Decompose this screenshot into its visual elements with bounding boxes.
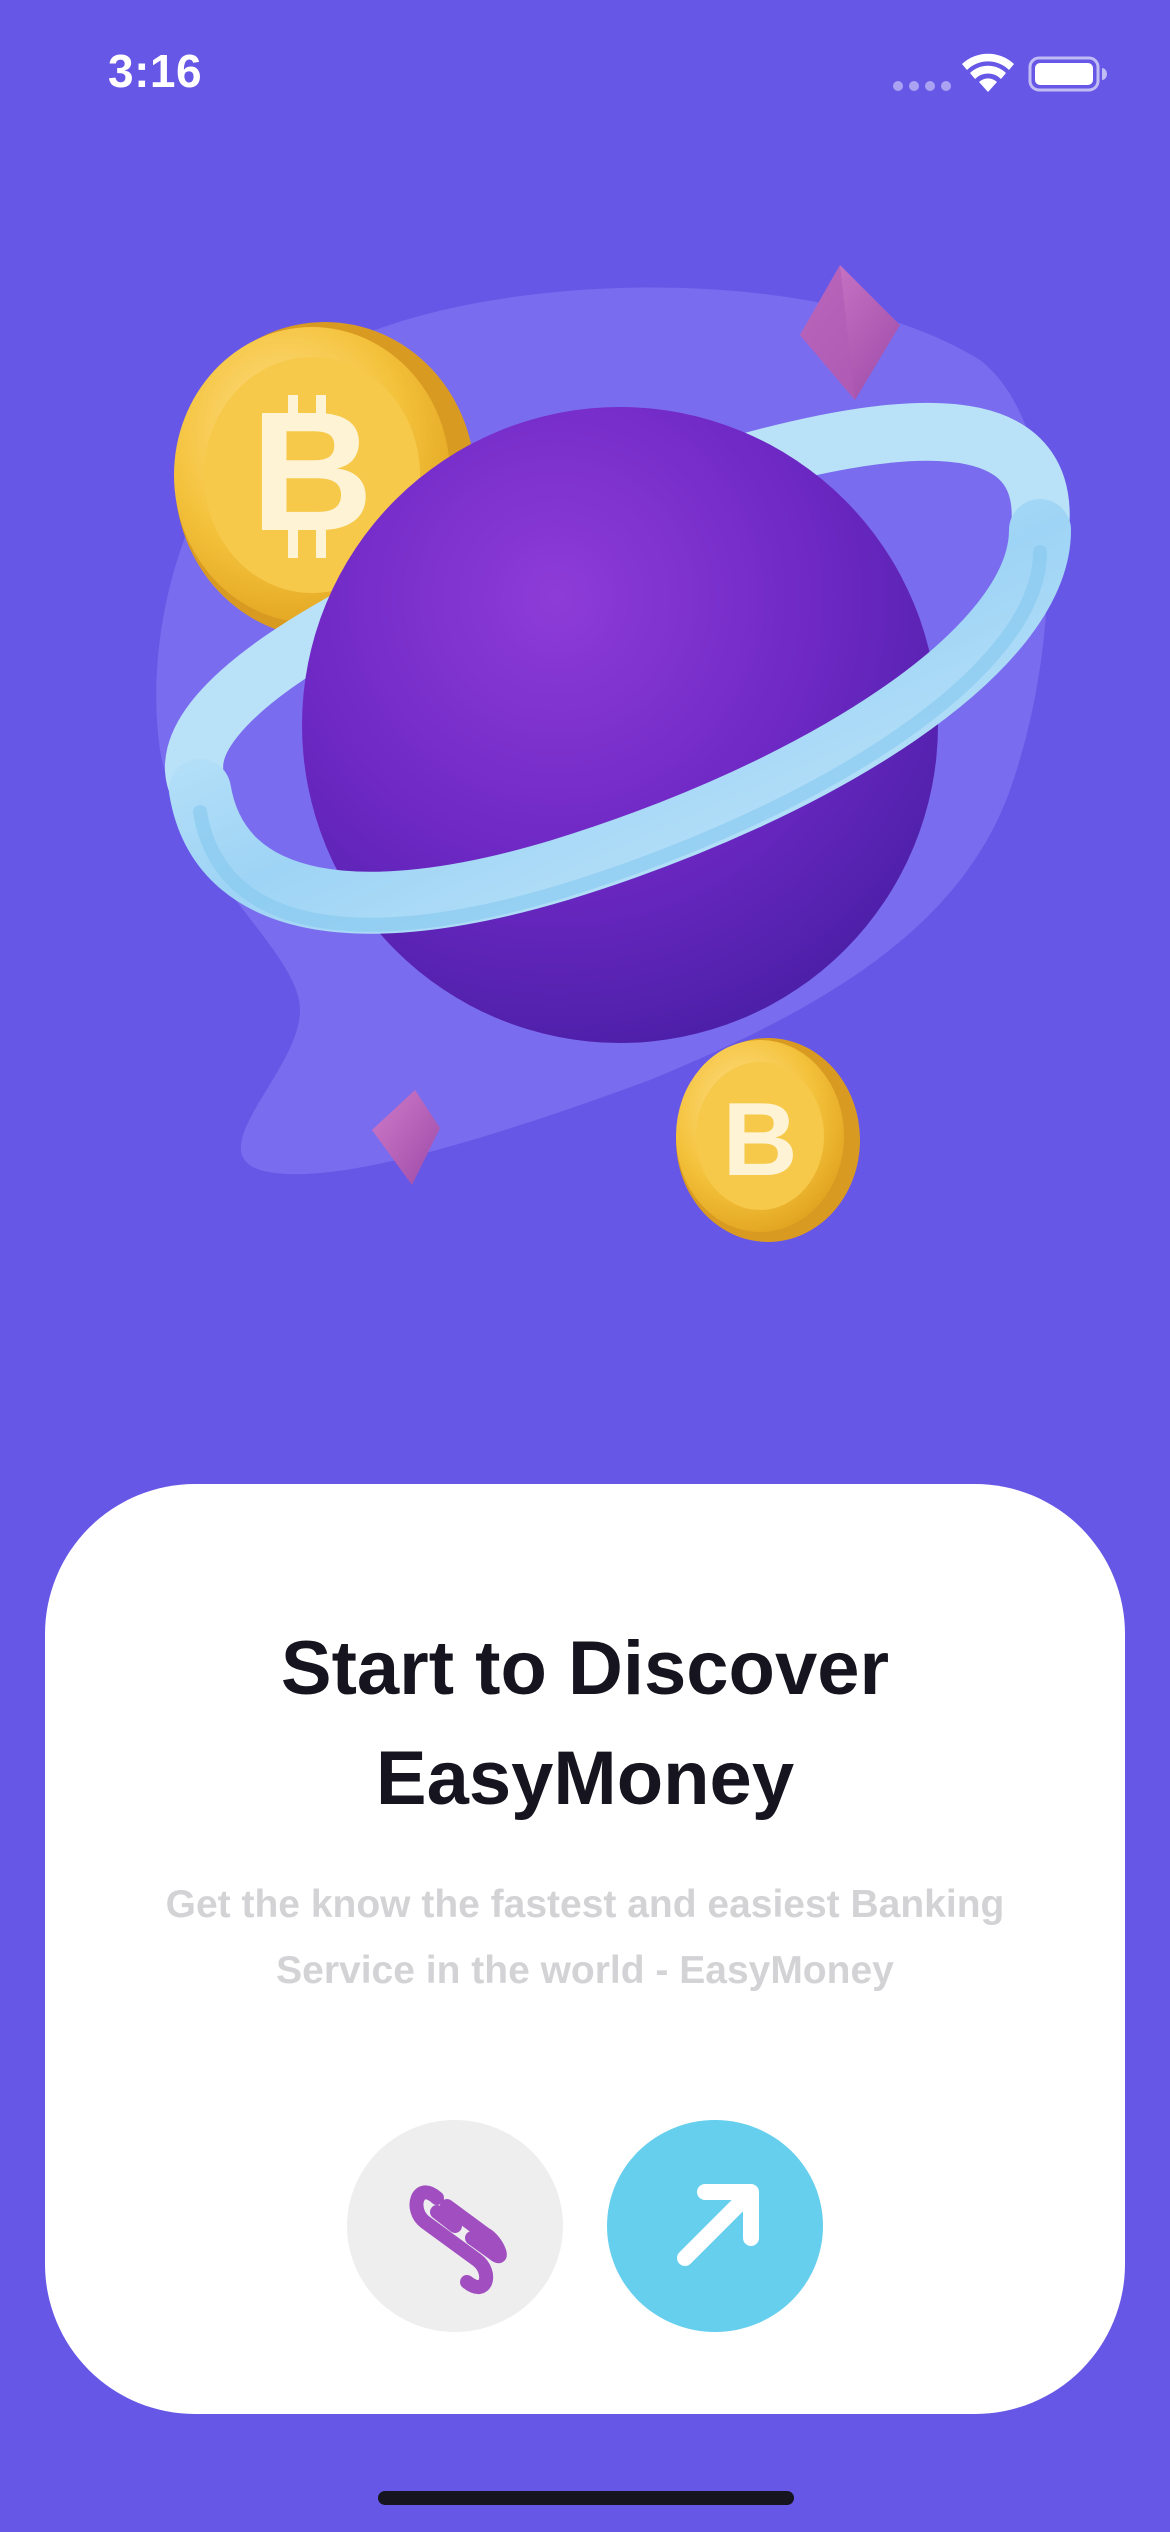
page-subtitle: Get the know the fastest and easiest Ban… [135, 1872, 1035, 2004]
subtitle-line-1: Get the know the fastest and easiest Ban… [165, 1883, 1005, 1926]
next-button[interactable] [607, 2120, 823, 2332]
hero-illustration: B B [0, 230, 1170, 1270]
signal-dots-icon [893, 81, 951, 91]
arrow-up-right-icon [677, 2184, 759, 2266]
page-title: Start to Discover EasyMoney [45, 1614, 1125, 1834]
subtitle-line-2: Service in the world - EasyMoney [276, 1949, 894, 1992]
onboarding-card: Start to Discover EasyMoney Get the know… [45, 1484, 1125, 2414]
bitcoin-coin-small-icon: B [676, 1038, 860, 1242]
status-bar: 3:16 [0, 0, 1170, 150]
infinity-link-icon [409, 2185, 507, 2294]
svg-text:B: B [251, 377, 374, 567]
title-line-1: Start to Discover [280, 1626, 890, 1711]
link-button[interactable] [347, 2120, 563, 2332]
home-indicator[interactable] [378, 2491, 794, 2505]
status-time: 3:16 [108, 45, 203, 97]
title-line-2: EasyMoney [375, 1736, 795, 1821]
battery-icon [1028, 56, 1107, 92]
svg-text:B: B [722, 1082, 797, 1198]
wifi-icon [962, 53, 1014, 92]
status-icons [888, 52, 1118, 96]
